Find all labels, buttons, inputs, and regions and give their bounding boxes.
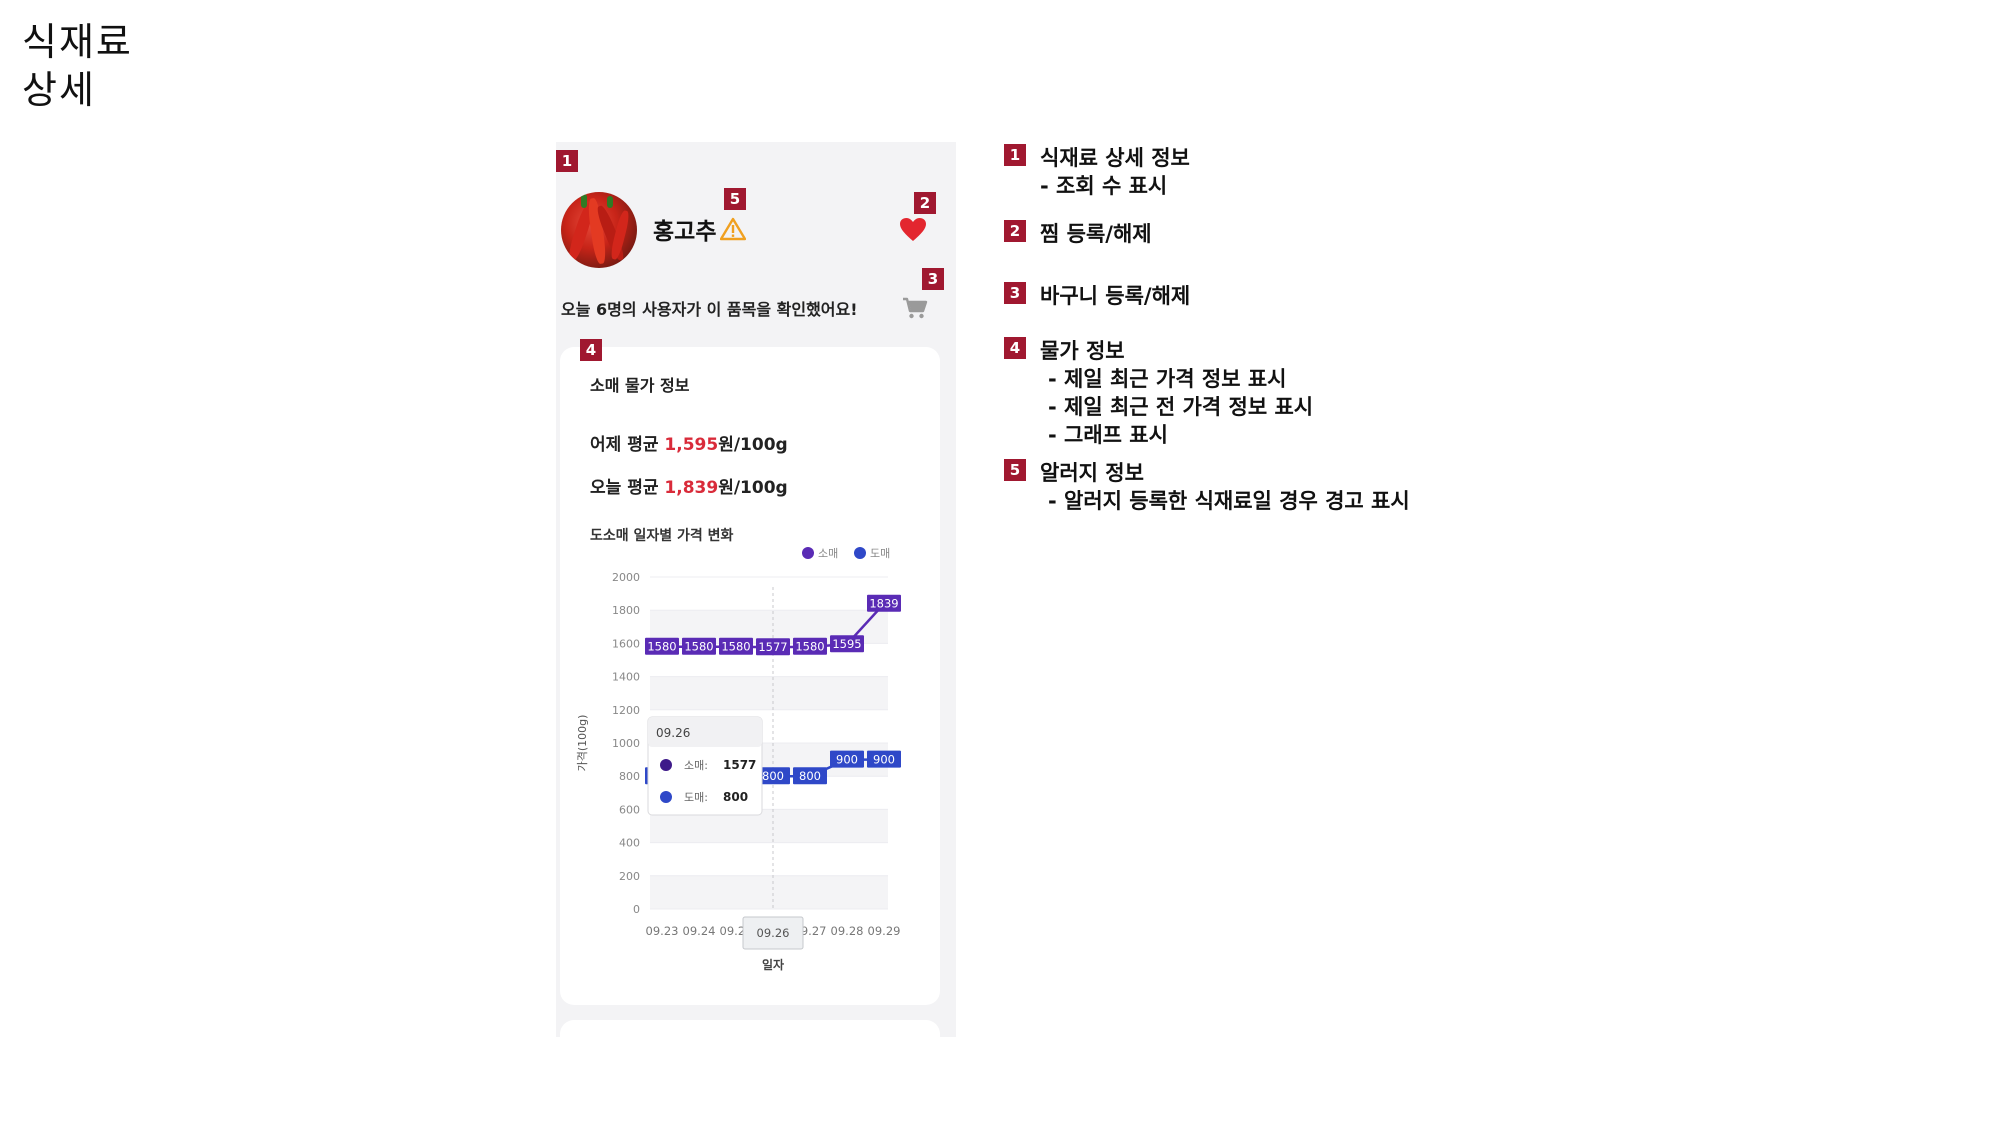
note-badge-3: 3	[1004, 282, 1026, 304]
y-tick-label: 0	[633, 903, 640, 916]
note-title: 알러지 정보	[1040, 461, 1144, 485]
y-tick-label: 1200	[612, 704, 640, 717]
y-axis-label: 가격(100g)	[576, 715, 589, 772]
tooltip-label: 소매:	[684, 759, 708, 772]
view-count-message: 오늘 6명의 사용자가 이 품목을 확인했어요!	[561, 300, 858, 319]
data-label: 1580	[795, 640, 824, 654]
tooltip-marker	[660, 759, 672, 771]
ingredient-detail-screen: 1 5 홍고추 2 3 오늘 6명의 사용자가 이 품목을 확인했어요! 4 소…	[556, 142, 956, 1037]
note-title: 바구니 등록/해제	[1040, 284, 1191, 308]
note-badge-5: 5	[1004, 459, 1026, 481]
note-badge-1: 1	[1004, 144, 1026, 166]
tooltip-marker	[660, 791, 672, 803]
warning-icon	[720, 217, 746, 241]
legend-marker	[854, 547, 866, 559]
data-label: 1577	[758, 640, 787, 654]
y-tick-label: 400	[619, 837, 640, 850]
note-badge-2: 2	[1004, 220, 1026, 242]
note-detail: - 그래프 표시	[1048, 423, 1168, 447]
x-highlight-label: 09.26	[757, 926, 790, 940]
data-label: 900	[873, 753, 895, 767]
page-title-line1: 식재료	[22, 20, 133, 64]
tooltip-value: 800	[723, 790, 748, 804]
ingredient-name: 홍고추	[653, 219, 717, 245]
cart-icon[interactable]	[902, 296, 928, 320]
grid-band	[650, 676, 888, 710]
data-label: 1839	[869, 597, 898, 611]
ingredient-avatar	[561, 192, 637, 268]
note-detail: - 제일 최근 전 가격 정보 표시	[1048, 395, 1314, 419]
annotation-badge-1: 1	[556, 150, 578, 172]
data-label: 900	[836, 753, 858, 767]
tooltip-date: 09.26	[656, 726, 690, 740]
x-tick-label: 09.23	[646, 924, 679, 938]
annotation-badge-5: 5	[724, 188, 746, 210]
legend-marker	[802, 547, 814, 559]
tooltip-value: 1577	[723, 758, 756, 772]
page-title: 식재료 상세	[22, 18, 133, 114]
y-tick-label: 1800	[612, 604, 640, 617]
x-tick-label: 09.28	[831, 924, 864, 938]
note-detail: - 조회 수 표시	[1040, 174, 1168, 198]
price-info-card: 4 소매 물가 정보 어제 평균 1,595원/100g 오늘 평균 1,839…	[560, 339, 940, 1005]
tooltip-label: 도매:	[684, 791, 708, 804]
grid-band	[650, 875, 888, 909]
page-title-line2: 상세	[22, 68, 96, 112]
data-label: 1580	[721, 640, 750, 654]
y-tick-label: 1000	[612, 737, 640, 750]
data-label: 800	[762, 769, 784, 783]
note-detail: - 알러지 등록한 식재료일 경우 경고 표시	[1048, 489, 1410, 513]
y-tick-label: 600	[619, 803, 640, 816]
x-tick-label: 09.29	[868, 924, 901, 938]
note-badge-4: 4	[1004, 337, 1026, 359]
y-tick-label: 2000	[612, 571, 640, 584]
note-title: 찜 등록/해제	[1040, 222, 1152, 246]
legend-label: 소매	[818, 547, 838, 560]
annotation-badge-3: 3	[922, 268, 944, 290]
data-label: 1595	[832, 637, 861, 651]
data-label: 800	[799, 769, 821, 783]
y-tick-label: 1600	[612, 637, 640, 650]
x-tick-label: 09.24	[683, 924, 716, 938]
annotation-badge-2: 2	[914, 192, 936, 214]
heart-icon[interactable]	[899, 217, 927, 243]
note-title: 물가 정보	[1040, 339, 1125, 363]
y-tick-label: 200	[619, 870, 640, 883]
legend-label: 도매	[870, 547, 890, 560]
data-label: 1580	[684, 640, 713, 654]
next-card-edge	[560, 1020, 940, 1037]
y-tick-label: 800	[619, 770, 640, 783]
x-axis-label: 일자	[762, 957, 784, 972]
data-label: 1580	[647, 640, 676, 654]
note-detail: - 제일 최근 가격 정보 표시	[1048, 367, 1287, 391]
price-history-chart[interactable]: 0 200 400 600 800 1000 1200 1400 1600 1800 2000 가격(…	[560, 347, 940, 1005]
y-tick-label: 1400	[612, 671, 640, 684]
note-title: 식재료 상세 정보	[1040, 146, 1190, 170]
